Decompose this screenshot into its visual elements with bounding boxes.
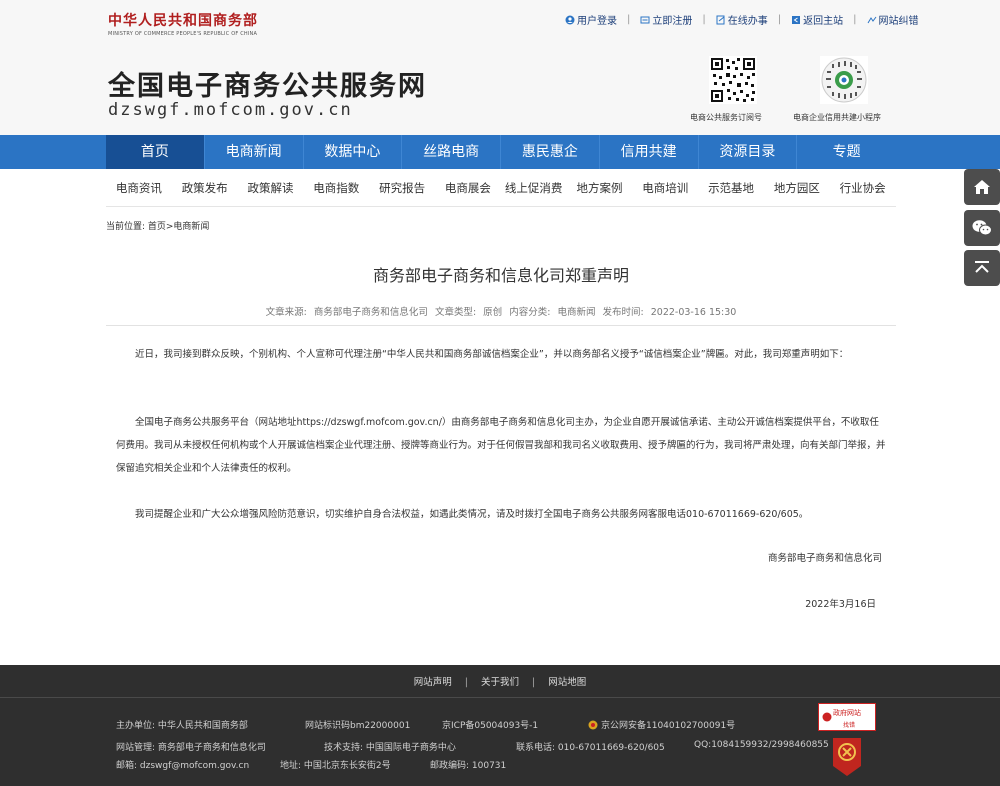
- meta-category: 电商新闻: [557, 307, 596, 318]
- subnav-item[interactable]: 政策发布: [172, 180, 238, 196]
- footer-link-statement[interactable]: 网站声明: [414, 677, 452, 688]
- site-feedback-link[interactable]: 网站纠错: [867, 12, 919, 27]
- article-paragraph: 我司提醒企业和广大公众增强风险防范意识，切实维护自身合法权益，如遇此类情况，请及…: [135, 509, 809, 520]
- top-links: 用户登录 | 立即注册 | 在线办事 | 返回主站 | 网站纠错: [565, 12, 919, 27]
- gov-badge-subtext: 找错: [843, 722, 856, 729]
- nav-item-data-center[interactable]: 数据中心: [304, 135, 403, 169]
- article-divider: [106, 325, 896, 326]
- meta-time: 2022-03-16 15:30: [650, 307, 737, 318]
- party-emblem-badge[interactable]: [829, 736, 865, 778]
- mini-program-qr-caption: 电商企业信用共建小程序: [793, 113, 881, 122]
- gov-badge-text: 政府网站: [833, 709, 861, 717]
- subnav-item[interactable]: 研究报告: [369, 180, 435, 196]
- nav-item-topics[interactable]: 专题: [797, 135, 896, 169]
- article-title: 商务部电子商务和信息化司郑重声明: [372, 266, 629, 285]
- nav-item-silk-road-ecommerce[interactable]: 丝路电商: [402, 135, 501, 169]
- subnav-item[interactable]: 示范基地: [698, 180, 764, 196]
- article-meta: 文章来源: 商务部电子商务和信息化司 文章类型: 原创 内容分类: 电商新闻 发…: [106, 304, 896, 318]
- mini-program-qr-code: [820, 56, 868, 104]
- subnav-item[interactable]: 线上促消费: [501, 180, 567, 196]
- site-feedback-link-label: 网站纠错: [878, 16, 919, 27]
- meta-category-label: 内容分类:: [509, 307, 551, 318]
- sub-nav: 电商资讯 政策发布 政策解读 电商指数 研究报告 电商展会 线上促消费 地方案例…: [106, 169, 896, 207]
- footer-address: 地址: 中国北京东长安街2号: [280, 761, 391, 771]
- return-icon: [792, 15, 801, 24]
- subnav-item[interactable]: 电商培训: [632, 180, 698, 196]
- meta-source-label: 文章来源:: [265, 307, 307, 318]
- register-link-label: 立即注册: [652, 16, 693, 27]
- footer-police-text: 京公网安备11040102700091号: [601, 721, 736, 731]
- article-paragraph: 近日，我司接到群众反映，个别机构、个人宣称可代理注册“中华人民共和国商务部诚信档…: [135, 349, 849, 360]
- register-link[interactable]: 立即注册: [640, 12, 692, 27]
- article-paragraph: 全国电子商务公共服务平台（网站地址https://dzswgf.mofcom.g…: [116, 417, 886, 474]
- subscription-qr-caption: 电商公共服务订阅号: [690, 113, 762, 122]
- footer-email: 邮箱: dzswgf@mofcom.gov.cn: [116, 761, 250, 771]
- footer-host: 主办单位: 中华人民共和国商务部: [116, 721, 248, 731]
- login-link-label: 用户登录: [577, 16, 617, 27]
- footer-link-sitemap[interactable]: 网站地图: [548, 677, 586, 688]
- main-nav-items: 首页 电商新闻 数据中心 丝路电商 惠民惠企 信用共建 资源目录 专题: [106, 135, 896, 169]
- nav-item-ecommerce-news[interactable]: 电商新闻: [205, 135, 304, 169]
- subnav-item[interactable]: 电商指数: [303, 180, 369, 196]
- meta-type: 原创: [483, 307, 503, 318]
- site-url: dzswgf.mofcom.gov.cn: [108, 100, 353, 120]
- subnav-item[interactable]: 行业协会: [830, 180, 896, 196]
- online-service-link[interactable]: 在线办事: [716, 12, 768, 27]
- footer-divider: [0, 697, 1000, 698]
- gov-badge-icon: [822, 712, 832, 722]
- nav-item-benefit-people[interactable]: 惠民惠企: [501, 135, 600, 169]
- side-wechat-button[interactable]: [964, 210, 1000, 246]
- home-icon: [974, 180, 990, 194]
- edit-icon: [716, 15, 725, 24]
- site-header: 中华人民共和国商务部 MINISTRY OF COMMERCE PEOPLE'S…: [0, 0, 1000, 135]
- nav-item-resources[interactable]: 资源目录: [699, 135, 798, 169]
- nav-item-home[interactable]: 首页: [106, 135, 205, 169]
- subscription-qr-code: [709, 56, 757, 104]
- footer-site-id: 网站标识码bm22000001: [305, 721, 411, 731]
- gov-site-badge[interactable]: 政府网站 找错: [818, 703, 876, 731]
- main-nav: 首页 电商新闻 数据中心 丝路电商 惠民惠企 信用共建 资源目录 专题: [0, 135, 1000, 169]
- footer-links: 网站声明 | 关于我们 | 网站地图: [413, 677, 587, 688]
- subnav-item[interactable]: 政策解读: [238, 180, 304, 196]
- footer-phone: 联系电话: 010-67011669-620/605: [516, 743, 665, 753]
- footer-link-about[interactable]: 关于我们: [481, 677, 519, 688]
- meta-type-label: 文章类型:: [434, 307, 477, 318]
- return-main-site-link[interactable]: 返回主站: [791, 12, 843, 27]
- user-icon: [565, 15, 575, 24]
- return-main-site-link-label: 返回主站: [803, 16, 844, 27]
- back-to-top-icon: [975, 261, 989, 273]
- footer-manager: 网站管理: 商务部电子商务和信息化司: [116, 743, 266, 753]
- subnav-item[interactable]: 电商资讯: [106, 180, 172, 196]
- article-signature: 商务部电子商务和信息化司: [767, 553, 882, 564]
- feedback-icon: [867, 16, 876, 23]
- wechat-icon: [972, 220, 992, 236]
- footer-postcode: 邮政编码: 100731: [430, 761, 507, 771]
- article-date: 2022年3月16日: [805, 599, 876, 610]
- breadcrumb[interactable]: 当前位置: 首页>电商新闻: [106, 219, 209, 232]
- side-back-to-top-button[interactable]: [964, 250, 1000, 286]
- online-service-link-label: 在线办事: [727, 16, 768, 27]
- subnav-item[interactable]: 地方园区: [764, 180, 830, 196]
- meta-source: 商务部电子商务和信息化司: [313, 307, 428, 318]
- mofcom-english-name: MINISTRY OF COMMERCE PEOPLE'S REPUBLIC O…: [108, 31, 258, 37]
- subnav-item[interactable]: 电商展会: [435, 180, 501, 196]
- party-emblem-icon: [833, 738, 861, 776]
- footer-qq: QQ:1084159932/2998460855: [694, 740, 829, 750]
- footer-police-record[interactable]: 京公网安备11040102700091号: [588, 718, 735, 731]
- nav-item-credit[interactable]: 信用共建: [600, 135, 699, 169]
- mofcom-name: 中华人民共和国商务部: [108, 13, 258, 29]
- register-icon: [640, 16, 650, 23]
- police-badge-icon: [588, 720, 598, 729]
- site-footer: 网站声明 | 关于我们 | 网站地图 主办单位: 中华人民共和国商务部 网站标识码bm2…: [0, 665, 1000, 786]
- subnav-item[interactable]: 地方案例: [567, 180, 633, 196]
- side-home-button[interactable]: [964, 169, 1000, 205]
- meta-time-label: 发布时间:: [602, 307, 644, 318]
- footer-tech-support: 技术支持: 中国国际电子商务中心: [324, 743, 456, 753]
- footer-icp[interactable]: 京ICP备05004093号-1: [442, 718, 538, 731]
- mofcom-logo[interactable]: 中华人民共和国商务部 MINISTRY OF COMMERCE PEOPLE'S…: [108, 10, 258, 37]
- login-link[interactable]: 用户登录: [565, 12, 617, 27]
- site-title[interactable]: 全国电子商务公共服务网: [108, 64, 427, 103]
